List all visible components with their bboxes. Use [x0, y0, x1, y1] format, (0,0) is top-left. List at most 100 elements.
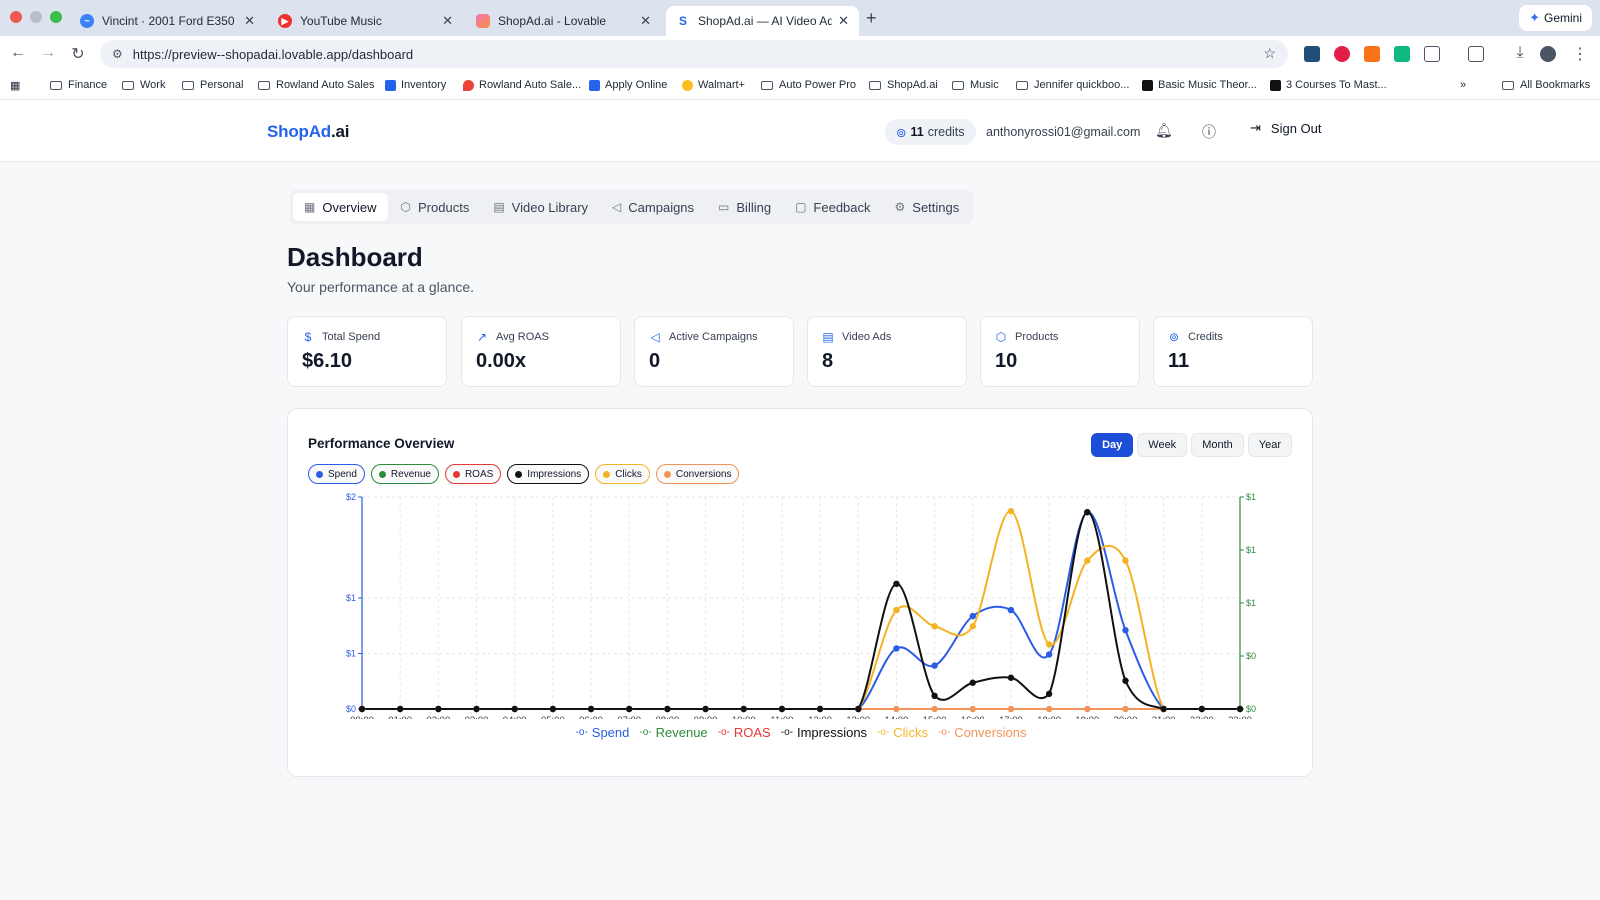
more-menu-icon[interactable]: ⋮ [1570, 44, 1590, 64]
puzzle-icon[interactable] [1424, 46, 1440, 62]
bookmark-item[interactable]: Apply Online [589, 79, 667, 91]
user-email: anthonyrossi01@gmail.com [986, 125, 1141, 139]
extension-icon[interactable] [1334, 46, 1350, 62]
folder-icon [1016, 80, 1028, 90]
x-tick-label: 12:00 [808, 715, 832, 719]
x-tick-label: 13:00 [846, 715, 870, 719]
back-arrow-icon[interactable]: ← [8, 44, 28, 62]
sign-out-button[interactable]: ⇥ Sign Out [1250, 120, 1322, 136]
bookmark-item[interactable]: Auto Power Pro [761, 79, 856, 91]
browser-tab[interactable]: ~ Vincint · 2001 Ford E350 RV ✕ [70, 6, 265, 36]
address-bar[interactable]: ⚙ https://preview--shopadai.lovable.app/… [100, 40, 1288, 68]
help-icon[interactable]: ⓘ [1202, 122, 1216, 142]
extension-icon[interactable] [1304, 46, 1320, 62]
bookmark-item[interactable]: Work [122, 79, 165, 91]
browser-tab-active[interactable]: S ShopAd.ai — AI Video Ads & I ✕ [666, 6, 859, 36]
bell-icon[interactable]: 🔔︎ [1155, 122, 1173, 139]
apps-grid-icon[interactable]: ▦ [10, 79, 20, 92]
data-point-impressions [1084, 508, 1091, 516]
close-tab-icon[interactable]: ✕ [640, 13, 651, 29]
reload-icon[interactable]: ↻ [68, 44, 88, 64]
x-tick-label: 18:00 [1037, 715, 1061, 719]
folder-icon [122, 80, 134, 90]
tab-billing[interactable]: ▭ Billing [707, 193, 782, 221]
legend-item-impressions[interactable]: -o- Impressions [781, 725, 867, 740]
browser-tab[interactable]: ▶ YouTube Music ✕ [268, 6, 463, 36]
data-point-conversions [893, 705, 900, 713]
data-point-clicks [1084, 557, 1091, 564]
bookmark-item[interactable]: ShopAd.ai [869, 79, 938, 91]
new-tab-icon[interactable]: + [866, 8, 877, 29]
forward-arrow-icon[interactable]: → [38, 44, 58, 62]
data-point-conversions [1007, 705, 1015, 713]
legend-item-spend[interactable]: -o- Spend [576, 725, 630, 740]
extension-icon[interactable] [1364, 46, 1380, 62]
tab-campaigns[interactable]: ◁ Campaigns [601, 193, 705, 221]
x-tick-label: 09:00 [694, 715, 718, 719]
site-settings-icon[interactable]: ⚙ [112, 47, 123, 61]
browser-tab[interactable]: ShopAd.ai - Lovable ✕ [466, 6, 661, 36]
data-point-spend [893, 645, 900, 652]
film-icon: ▤ [822, 330, 834, 344]
close-tab-icon[interactable]: ✕ [442, 13, 453, 29]
extension-icon[interactable] [1394, 46, 1410, 62]
x-tick-label: 19:00 [1075, 715, 1099, 719]
series-line-clicks [361, 510, 1240, 710]
bookmark-item[interactable]: Finance [50, 79, 107, 91]
close-tab-icon[interactable]: ✕ [244, 13, 255, 29]
close-window-button[interactable] [10, 11, 22, 23]
legend-marker-icon: -o- [575, 727, 588, 738]
bookmark-item[interactable]: Rowland Auto Sale... [463, 79, 581, 91]
tab-settings[interactable]: ⚙ Settings [884, 193, 971, 221]
tab-video-library[interactable]: ▤ Video Library [482, 193, 599, 221]
stat-card-active-campaigns: ◁ Active Campaigns 0 [634, 316, 794, 387]
download-icon[interactable]: ⤓ [1510, 44, 1530, 62]
film-icon: ▤ [493, 200, 505, 214]
legend-item-roas[interactable]: -o- ROAS [718, 725, 771, 740]
bookmark-item[interactable]: Music [952, 79, 999, 91]
data-point-impressions [969, 679, 976, 686]
more-bookmarks-icon[interactable]: » [1460, 79, 1466, 91]
stat-card-video-ads: ▤ Video Ads 8 [807, 316, 967, 387]
bookmark-item[interactable]: 3 Courses To Mast... [1270, 79, 1387, 91]
bookmark-item[interactable]: Jennifer quickboo... [1016, 79, 1129, 91]
credits-badge[interactable]: ⊚ 11 credits [885, 119, 976, 145]
x-tick-label: 10:00 [732, 715, 756, 719]
coins-icon: ⊚ [896, 125, 907, 140]
minimize-window-button[interactable] [30, 11, 42, 23]
profile-avatar-icon[interactable] [1540, 46, 1556, 62]
y-tick-label-left: $1 [346, 593, 356, 603]
x-tick-label: 05:00 [541, 715, 565, 719]
x-tick-label: 03:00 [465, 715, 489, 719]
app-header: ShopAd.ai ⊚ 11 credits anthonyrossi01@gm… [0, 100, 1600, 162]
legend-item-revenue[interactable]: -o- Revenue [639, 725, 707, 740]
bookmark-item[interactable]: Walmart+ [682, 79, 745, 91]
tab-overview[interactable]: ▦ Overview [293, 193, 388, 221]
data-point-impressions [473, 705, 480, 713]
legend-item-conversions[interactable]: -o- Conversions [938, 725, 1027, 740]
close-tab-icon[interactable]: ✕ [838, 13, 849, 29]
legend-item-clicks[interactable]: -o- Clicks [877, 725, 928, 740]
tab-products[interactable]: ⬡ Products [390, 193, 481, 221]
tab-search-icon[interactable] [1468, 46, 1484, 62]
trending-up-icon: ↗ [476, 330, 488, 344]
gemini-button[interactable]: ✦ Gemini [1519, 5, 1592, 31]
tab-feedback[interactable]: ▢ Feedback [784, 193, 881, 221]
bookmark-item[interactable]: Personal [182, 79, 243, 91]
data-point-impressions [1236, 705, 1244, 713]
bookmark-item[interactable]: Basic Music Theor... [1142, 79, 1257, 91]
maximize-window-button[interactable] [50, 11, 62, 23]
shopad-icon: S [678, 14, 687, 28]
data-point-spend [1122, 627, 1129, 634]
gear-icon: ⚙ [894, 200, 906, 214]
shopad-logo[interactable]: ShopAd.ai [267, 122, 349, 142]
bookmark-item[interactable]: Rowland Auto Sales [258, 79, 374, 91]
data-point-impressions [1198, 705, 1206, 713]
bookmark-item[interactable]: Inventory [385, 79, 446, 91]
bookmark-star-icon[interactable]: ☆ [1263, 45, 1276, 62]
x-tick-label: 07:00 [617, 715, 641, 719]
all-bookmarks-button[interactable]: All Bookmarks [1502, 79, 1590, 91]
folder-icon [182, 80, 194, 90]
x-tick-label: 22:00 [1190, 715, 1214, 719]
data-point-conversions [1084, 705, 1091, 713]
